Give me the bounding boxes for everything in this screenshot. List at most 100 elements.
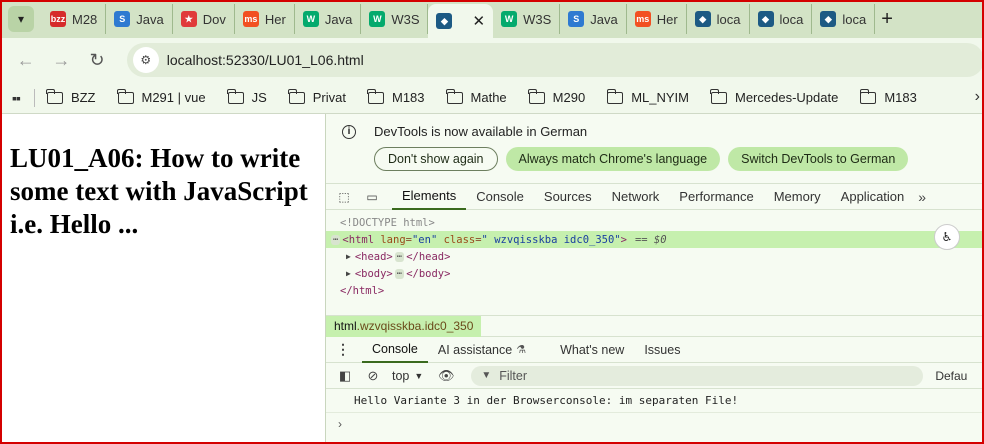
match-chrome-language-button[interactable]: Always match Chrome's language [505, 147, 721, 171]
bookmark-folder[interactable]: ML_NYIM [606, 88, 689, 105]
browser-tab[interactable]: ◆ loca [750, 4, 813, 34]
tab-favicon-icon: W [369, 11, 386, 27]
bookmark-label: M183 [392, 90, 425, 105]
browser-tab[interactable]: ◆ loca [687, 4, 750, 34]
tab-favicon-icon: ◆ [820, 11, 837, 27]
tab-search-button[interactable]: ▾ [8, 6, 34, 32]
filter-placeholder: Filter [499, 368, 527, 383]
clear-console-icon[interactable]: ⊘ [364, 367, 382, 385]
expand-arrow-icon[interactable]: ▶ [346, 252, 351, 261]
tab-application[interactable]: Application [831, 184, 915, 210]
lang-attr: lang [380, 233, 406, 246]
address-bar[interactable]: ⚙ localhost:52330/LU01_L06.html [126, 43, 984, 77]
accessibility-tree-icon[interactable]: ♿ [934, 224, 960, 250]
url-text: localhost:52330/LU01_L06.html [166, 52, 364, 68]
collapsed-content-icon[interactable]: ⋯ [394, 251, 405, 262]
doctype-node[interactable]: <!DOCTYPE html> [326, 214, 984, 231]
doctype-text: <!DOCTYPE html> [340, 216, 435, 229]
tab-console[interactable]: Console [466, 184, 534, 210]
breadcrumb: html .wzvqisskba.idc0_350 [326, 315, 984, 337]
bookmark-label: ML_NYIM [631, 90, 689, 105]
tab-network[interactable]: Network [602, 184, 670, 210]
class-value: " wzvqisskba idc0_350" [481, 233, 621, 246]
close-tab-icon[interactable]: ✕ [472, 12, 485, 30]
reload-button[interactable]: ↻ [83, 46, 111, 74]
drawer-tab-whats-new[interactable]: What's new [550, 337, 634, 363]
body-node[interactable]: ▶ <body> ⋯ </body> [326, 265, 984, 282]
forward-button[interactable]: → [48, 46, 76, 74]
folder-icon [710, 88, 727, 104]
browser-tab[interactable]: W W3S [361, 4, 429, 34]
bookmarks-separator [33, 88, 35, 107]
browser-tab[interactable]: ◆ ✕ [428, 4, 494, 38]
html-node[interactable]: ⋯ <html lang = "en" class = " wzvqisskba idc… [326, 231, 984, 248]
breadcrumb-item-html[interactable]: html .wzvqisskba.idc0_350 [326, 315, 482, 337]
back-arrow-icon: ← [16, 49, 35, 70]
bookmark-folder[interactable]: M183 [367, 88, 425, 105]
tab-title: Java [590, 11, 618, 27]
bookmark-folder[interactable]: M291 | vue [116, 88, 206, 105]
bookmark-folder[interactable]: Privat [288, 88, 346, 105]
browser-tab[interactable]: W W3S [493, 4, 561, 34]
node-actions-icon[interactable]: ⋯ [331, 234, 341, 245]
tab-sources[interactable]: Sources [534, 184, 602, 210]
tab-elements[interactable]: Elements [392, 184, 467, 210]
breadcrumb-classes: .wzvqisskba.idc0_350 [356, 319, 474, 333]
html-close-node[interactable]: </html> [326, 282, 984, 299]
log-levels-dropdown[interactable]: Defau [935, 369, 967, 383]
tab-list: bzz M28 S Java ★ Dov ms Her W Java W W3S ◆ ✕ W W3S S Java… [42, 0, 876, 38]
tab-title: W3S [523, 11, 552, 27]
eye-icon[interactable]: 👁 [437, 367, 455, 385]
dont-show-again-button[interactable]: Don't show again [374, 147, 498, 171]
context-selector[interactable]: top ▼ [392, 369, 423, 383]
back-button[interactable]: ← [12, 46, 40, 74]
bookmarks-overflow-icon[interactable]: › [975, 88, 980, 106]
apps-grid-icon[interactable]: ▪▪ [12, 90, 21, 106]
folder-icon [606, 88, 624, 104]
browser-tab[interactable]: ms Her [627, 4, 687, 34]
tab-memory[interactable]: Memory [764, 184, 831, 210]
browser-tab[interactable]: S Java [560, 4, 627, 34]
breadcrumb-tag: html [334, 319, 357, 333]
browser-tab[interactable]: ms Her [235, 4, 295, 34]
device-toolbar-icon[interactable]: ▭ [364, 190, 380, 204]
new-tab-button[interactable]: + [881, 8, 893, 31]
browser-tab[interactable]: bzz M28 [42, 4, 107, 34]
drawer-menu-icon[interactable]: ⋮ [336, 341, 350, 358]
bookmark-folder[interactable]: M183 [859, 88, 917, 105]
bookmark-folder[interactable]: JS [226, 88, 267, 105]
expand-arrow-icon[interactable]: ▶ [346, 269, 351, 278]
tab-title: M28 [72, 11, 98, 27]
head-node[interactable]: ▶ <head> ⋯ </head> [326, 248, 984, 265]
bookmark-folder[interactable]: Mathe [445, 88, 507, 105]
flask-icon: ⚗ [516, 344, 527, 356]
browser-tab[interactable]: W Java [295, 4, 362, 34]
collapsed-content-icon[interactable]: ⋯ [394, 268, 405, 279]
body-close-tag: </body> [406, 267, 451, 280]
page-viewport: LU01_A06: How to write some text with Ja… [0, 114, 325, 444]
more-tabs-icon[interactable]: » [918, 189, 926, 205]
browser-tab[interactable]: S Java [106, 4, 173, 34]
bookmark-label: Mathe [470, 90, 507, 105]
tab-favicon-icon: ms [242, 11, 259, 27]
tab-favicon-icon: ms [634, 11, 651, 27]
tab-performance[interactable]: Performance [669, 184, 763, 210]
browser-tab[interactable]: ◆ loca [812, 4, 876, 34]
console-prompt[interactable]: › [326, 413, 984, 435]
drawer-tab-issues[interactable]: Issues [634, 337, 690, 363]
bookmark-folder[interactable]: BZZ [46, 88, 96, 105]
site-info-icon[interactable]: ⚙ [132, 47, 159, 73]
body-open-tag: <body> [354, 267, 393, 280]
switch-to-german-button[interactable]: Switch DevTools to German [728, 147, 909, 171]
console-filter-input[interactable]: ▼ Filter [471, 365, 924, 386]
bookmark-folder[interactable]: M290 [528, 88, 585, 105]
sidebar-toggle-icon[interactable]: ◧ [336, 367, 354, 385]
caret-down-icon: ▼ [414, 370, 424, 381]
inspect-element-icon[interactable]: ⬚ [336, 190, 352, 204]
selected-node-marker: == $0 [634, 233, 667, 246]
tab-favicon-icon: ★ [180, 11, 197, 27]
bookmark-folder[interactable]: Mercedes-Update [710, 88, 838, 105]
drawer-tab-ai-assistance[interactable]: AI assistance ⚗ [428, 337, 536, 363]
browser-tab[interactable]: ★ Dov [173, 4, 235, 34]
drawer-tab-console[interactable]: Console [362, 337, 428, 363]
